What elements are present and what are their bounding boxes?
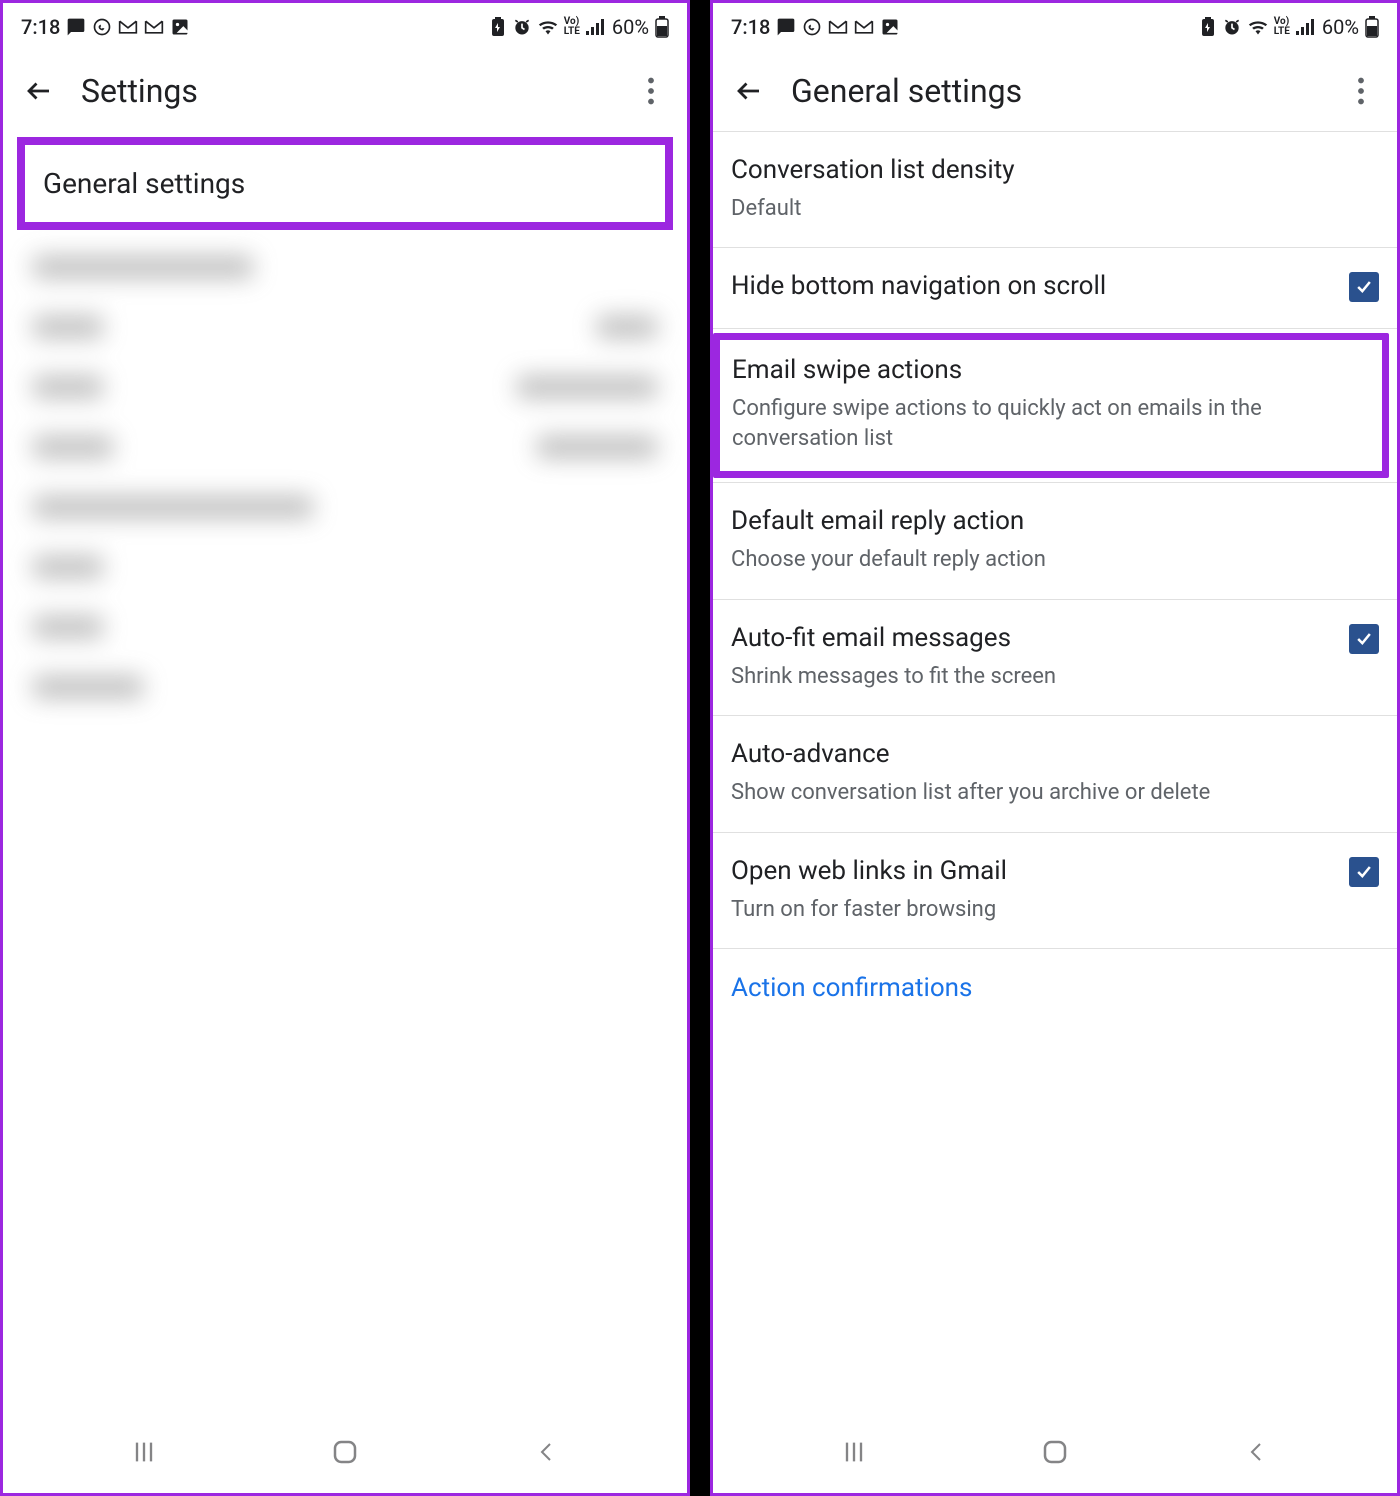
image-icon [170,17,190,37]
signal-icon [586,19,606,35]
section-heading: Action confirmations [713,949,1397,1003]
battery-percent: 60% [612,15,649,39]
nav-home[interactable] [1020,1432,1090,1472]
status-right: Vo)LTE 60% [490,15,669,39]
back-button[interactable] [731,73,767,109]
nav-back[interactable] [1221,1432,1291,1472]
setting-sub: Shrink messages to fit the screen [731,662,1333,692]
setting-sub: Choose your default reply action [731,545,1379,575]
blurred-accounts-list [3,236,687,756]
whatsapp-icon [802,17,822,37]
setting-title: Auto-advance [731,738,1379,772]
setting-open-web-links[interactable]: Open web links in Gmail Turn on for fast… [713,833,1397,949]
setting-auto-fit[interactable]: Auto-fit email messages Shrink messages … [713,600,1397,716]
content-left: General settings [3,131,687,1423]
setting-default-reply[interactable]: Default email reply action Choose your d… [713,483,1397,599]
setting-title: Auto-fit email messages [731,622,1333,656]
whatsapp-icon [92,17,112,37]
setting-title: Conversation list density [731,154,1379,188]
alarm-icon [1222,17,1242,37]
overflow-menu[interactable] [1343,73,1379,109]
general-settings-item[interactable]: General settings [17,137,673,230]
setting-hide-bottom-nav[interactable]: Hide bottom navigation on scroll [713,248,1397,329]
phone-right: 7:18 [710,0,1400,1496]
status-time: 7:18 [21,15,60,39]
setting-sub: Default [731,194,1379,224]
checkbox-checked[interactable] [1349,857,1379,887]
volte-icon: Vo)LTE [564,17,580,37]
setting-email-swipe[interactable]: Email swipe actions Configure swipe acti… [713,333,1389,478]
battery-percent: 60% [1322,15,1359,39]
mail-icon [118,19,138,35]
signal-icon [1296,19,1316,35]
battery-icon [655,16,669,38]
setting-title: Hide bottom navigation on scroll [731,270,1333,304]
battery-icon [1365,16,1379,38]
mail-icon-2 [144,19,164,35]
nav-bar [3,1423,687,1493]
nav-recent[interactable] [819,1432,889,1472]
frame-divider [690,0,710,1496]
setting-title: Open web links in Gmail [731,855,1333,889]
alarm-icon [512,17,532,37]
setting-title: Default email reply action [731,505,1379,539]
wifi-icon [1248,19,1268,35]
battery-saver-icon [490,17,506,37]
image-icon [880,17,900,37]
status-bar: 7:18 [3,3,687,51]
nav-home[interactable] [310,1432,380,1472]
setting-sub: Show conversation list after you archive… [731,778,1379,808]
nav-bar [713,1423,1397,1493]
status-bar: 7:18 [713,3,1397,51]
checkbox-checked[interactable] [1349,272,1379,302]
setting-sub: Turn on for faster browsing [731,895,1333,925]
setting-sub: Configure swipe actions to quickly act o… [732,394,1370,453]
status-time: 7:18 [731,15,770,39]
nav-recent[interactable] [109,1432,179,1472]
mail-icon-2 [854,19,874,35]
volte-icon: Vo)LTE [1274,17,1290,37]
battery-saver-icon [1200,17,1216,37]
nav-back[interactable] [511,1432,581,1472]
status-right: Vo)LTE 60% [1200,15,1379,39]
back-button[interactable] [21,73,57,109]
page-title: Settings [81,72,609,110]
settings-list: Conversation list density Default Hide b… [713,131,1397,1003]
status-left: 7:18 [731,15,900,39]
app-bar: Settings [3,51,687,131]
content-right: Conversation list density Default Hide b… [713,131,1397,1423]
mail-icon [828,19,848,35]
page-title: General settings [791,72,1319,110]
app-bar: General settings [713,51,1397,131]
phone-left: 7:18 [0,0,690,1496]
status-left: 7:18 [21,15,190,39]
wifi-icon [538,19,558,35]
setting-title: Email swipe actions [732,354,1370,388]
setting-auto-advance[interactable]: Auto-advance Show conversation list afte… [713,716,1397,832]
setting-conversation-density[interactable]: Conversation list density Default [713,132,1397,248]
general-settings-label: General settings [43,167,245,200]
chat-icon [776,17,796,37]
checkbox-checked[interactable] [1349,624,1379,654]
overflow-menu[interactable] [633,73,669,109]
chat-icon [66,17,86,37]
setting-email-swipe-wrapper: Email swipe actions Configure swipe acti… [713,333,1397,483]
